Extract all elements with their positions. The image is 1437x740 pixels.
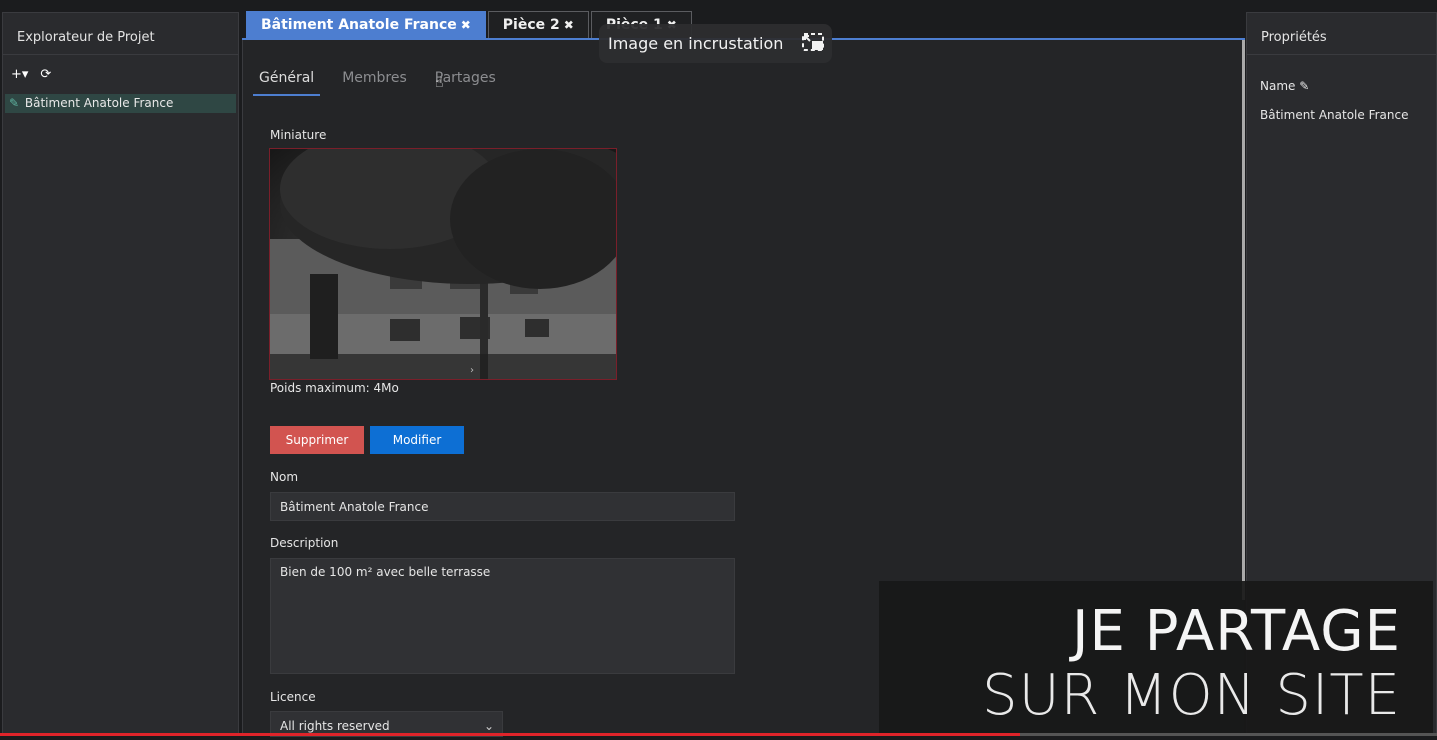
property-name-value: Bâtiment Anatole France	[1260, 108, 1409, 122]
delete-button[interactable]: Supprimer	[270, 426, 364, 454]
tab-batiment[interactable]: Bâtiment Anatole France ✖	[246, 11, 486, 38]
picture-in-picture-exit-icon	[801, 31, 825, 57]
project-explorer-panel: Explorateur de Projet +▾ ⟳ ✎ Bâtiment An…	[2, 12, 239, 736]
description-field[interactable]: Bien de 100 m² avec belle terrasse	[270, 558, 735, 674]
property-name-label: Name	[1260, 79, 1296, 93]
max-weight-text: Poids maximum: 4Mo	[270, 381, 399, 395]
overlay-line-1: JE PARTAGE	[1072, 599, 1401, 664]
project-explorer-title: Explorateur de Projet	[3, 13, 238, 55]
description-label: Description	[270, 536, 339, 550]
thumbnail-image[interactable]: ›	[269, 148, 617, 380]
tab-label: Bâtiment Anatole France	[261, 16, 457, 33]
video-overlay-banner: JE PARTAGE SUR MON SITE	[879, 581, 1433, 736]
subtab-membres[interactable]: Membres	[336, 70, 413, 96]
name-field[interactable]: Bâtiment Anatole France	[270, 492, 735, 521]
licence-value: All rights reserved	[280, 719, 390, 733]
close-icon[interactable]: ✖	[461, 12, 471, 39]
mouse-cursor-icon: ☝	[435, 75, 444, 91]
building-photo: ›	[270, 149, 616, 379]
pip-label: Image en incrustation	[608, 34, 784, 53]
modify-button[interactable]: Modifier	[370, 426, 464, 454]
overlay-line-2: SUR MON SITE	[982, 663, 1401, 728]
pencil-icon: ✎	[9, 96, 20, 110]
scrollbar[interactable]	[1242, 40, 1245, 600]
picture-in-picture-button[interactable]: Image en incrustation	[599, 24, 832, 63]
tab-label: Pièce 2	[502, 16, 560, 33]
svg-text:›: ›	[470, 365, 474, 376]
property-name-row: Name ✎	[1260, 79, 1309, 93]
subtab-general[interactable]: Général	[253, 70, 321, 96]
tree-item-batiment[interactable]: ✎ Bâtiment Anatole France	[5, 94, 236, 113]
subtabs: Général Membres Partages	[253, 70, 502, 96]
close-icon[interactable]: ✖	[564, 12, 574, 39]
edit-icon[interactable]: ✎	[1299, 79, 1309, 93]
explorer-toolbar: +▾ ⟳	[3, 55, 238, 83]
licence-label: Licence	[270, 690, 316, 704]
tab-piece-2[interactable]: Pièce 2 ✖	[487, 11, 589, 39]
plus-dropdown-icon[interactable]: +▾	[11, 67, 28, 83]
tree-item-label: Bâtiment Anatole France	[24, 96, 174, 110]
refresh-icon[interactable]: ⟳	[40, 67, 51, 83]
properties-title: Propriétés	[1247, 13, 1436, 55]
name-label: Nom	[270, 470, 299, 484]
thumbnail-label: Miniature	[270, 128, 327, 142]
